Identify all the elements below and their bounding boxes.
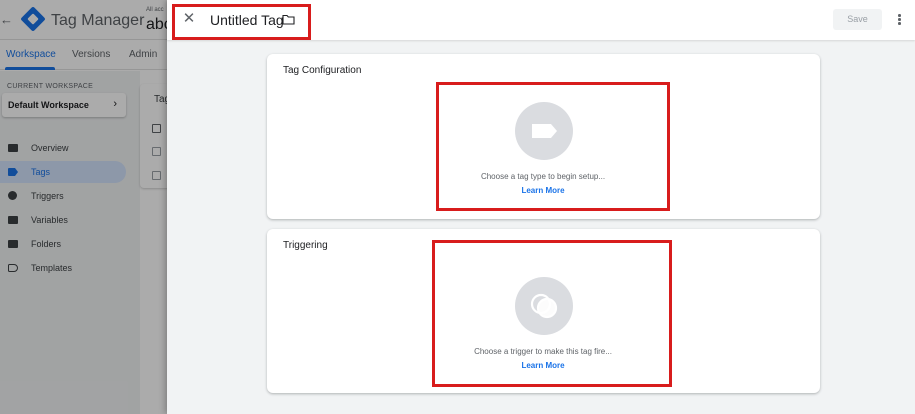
learn-more-link[interactable]: Learn More (453, 361, 633, 370)
trigger-icon (530, 293, 558, 319)
tag-configuration-card: Tag Configuration Choose a tag type to b… (267, 54, 820, 219)
save-button[interactable]: Save (833, 9, 882, 30)
trigger-placeholder-circle (515, 277, 573, 335)
tag-type-prompt: Choose a tag type to begin setup... (480, 172, 606, 181)
close-icon: ✕ (182, 10, 196, 27)
tag-type-placeholder-circle (515, 102, 573, 160)
tag-editor-header: ✕ Untitled Tag Save (167, 0, 915, 40)
tag-icon (532, 124, 557, 138)
tag-configuration-title: Tag Configuration (283, 65, 362, 76)
more-options-button[interactable] (893, 10, 905, 28)
trigger-prompt: Choose a trigger to make this tag fire..… (474, 347, 612, 356)
triggering-card: Triggering Choose a trigger to make this… (267, 229, 820, 393)
tag-editor-sheet: ✕ Untitled Tag Save Tag Configuration Ch… (167, 0, 915, 414)
close-button[interactable]: ✕ (180, 10, 198, 28)
folder-icon[interactable] (282, 14, 295, 25)
tag-name-field[interactable]: Untitled Tag (210, 12, 284, 28)
triggering-title: Triggering (283, 240, 328, 251)
choose-tag-type-button[interactable]: Choose a tag type to begin setup... Lear… (453, 102, 633, 202)
learn-more-link[interactable]: Learn More (453, 186, 633, 195)
choose-trigger-button[interactable]: Choose a trigger to make this tag fire..… (453, 277, 633, 377)
